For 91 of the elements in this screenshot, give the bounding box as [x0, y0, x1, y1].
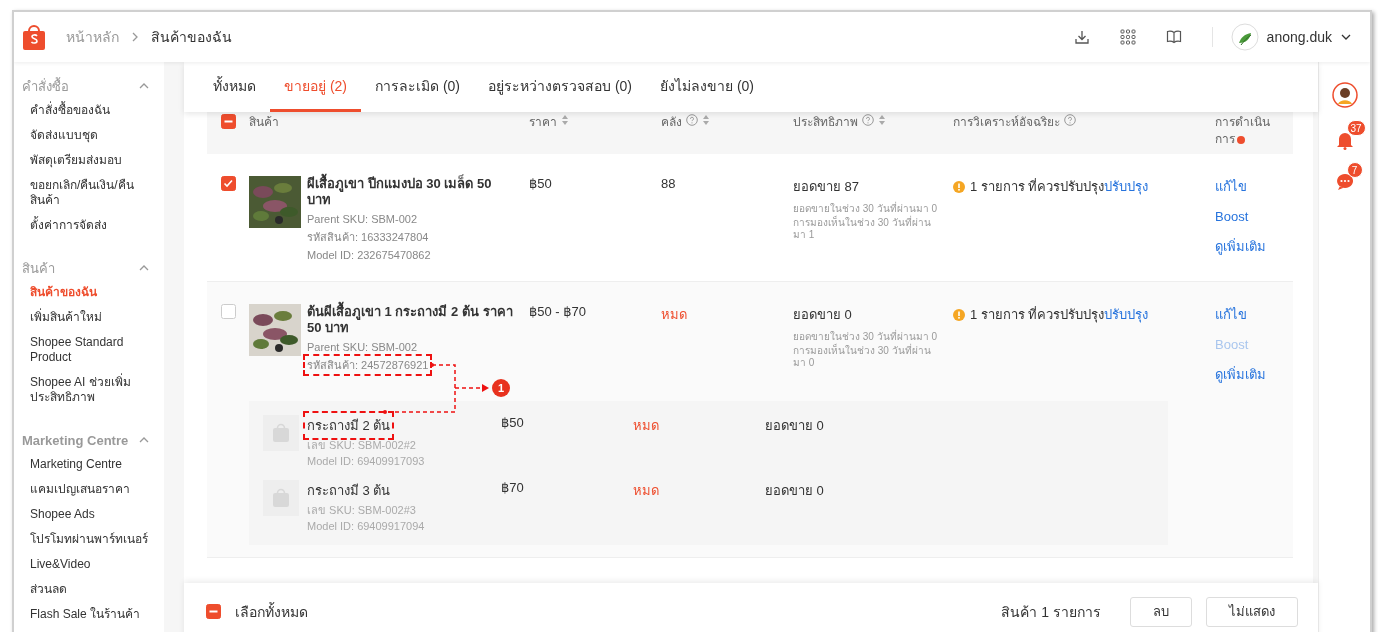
footer-button[interactable]: ไม่แสดง	[1206, 596, 1298, 627]
column-header: ประสิทธิภาพ	[793, 114, 858, 131]
tab[interactable]: ยังไม่ลงขาย (0)	[646, 75, 768, 112]
stock-text: หมด	[633, 417, 660, 435]
variation-model-id: Model ID: 69409917093	[307, 454, 425, 468]
sort-icon[interactable]	[878, 114, 886, 126]
sidebar-item[interactable]: คำสั่งซื้อของฉัน	[22, 98, 164, 123]
checkbox[interactable]	[221, 304, 236, 319]
help-icon[interactable]	[862, 114, 874, 126]
sales-30d-text: ยอดขายในช่วง 30 วันที่ผ่านมา 0	[793, 331, 939, 343]
action-link[interactable]: ดูเพิ่มเติม	[1215, 236, 1295, 257]
product-meta: Model ID: 232675470862	[307, 248, 431, 262]
action-link[interactable]: แก้ไข	[1215, 304, 1295, 325]
message-count: 7	[1346, 162, 1363, 178]
issue-text: 1 รายการ ที่ควรปรับปรุงปรับปรุง	[970, 305, 1149, 325]
product-meta: Parent SKU: SBM-002	[307, 340, 418, 354]
sidebar-item[interactable]: สินค้าของฉัน	[22, 280, 164, 305]
variation-sku: เลข SKU: SBM-002#3	[307, 503, 416, 517]
product-meta: Parent SKU: SBM-002	[307, 212, 418, 226]
views-30d-text: การมองเห็นในช่วง 30 วันที่ผ่านมา 0	[793, 345, 932, 369]
notification-count: 37	[1346, 120, 1366, 136]
help-icon[interactable]	[686, 114, 698, 126]
sidebar-item[interactable]: เพิ่มสินค้าใหม่	[22, 305, 164, 330]
section-title: สินค้า	[22, 259, 55, 278]
sales-text: ยอดขาย 87	[793, 178, 861, 196]
variation-model-id: Model ID: 69409917094	[307, 519, 425, 533]
chat-icon[interactable]	[1334, 172, 1355, 192]
sales-30d-text: ยอดขายในช่วง 30 วันที่ผ่านมา 0	[793, 203, 939, 215]
action-link[interactable]: Boost	[1215, 209, 1295, 224]
section-title: คำสั่งซื้อ	[22, 76, 69, 96]
column-header: คลัง	[661, 114, 682, 131]
sidebar-item[interactable]: Shopee Ads	[22, 502, 164, 527]
sidebar-item[interactable]: พัสดุเตรียมส่งมอบ	[22, 148, 164, 173]
price-text: ฿50	[529, 176, 553, 193]
shop-logo	[22, 23, 46, 51]
variation-sku: เลข SKU: SBM-002#2	[307, 438, 416, 452]
checkbox[interactable]	[221, 114, 236, 129]
column-header: การวิเคราะห์อัจฉริยะ	[953, 114, 1060, 131]
sidebar-item[interactable]: Flash Sale ในร้านค้า	[22, 602, 164, 627]
action-link[interactable]: ดูเพิ่มเติม	[1215, 364, 1295, 385]
column-header: สินค้า	[249, 114, 279, 131]
sidebar-item[interactable]: ตั้งค่าการจัดส่ง	[22, 213, 164, 238]
avatar-icon[interactable]	[1230, 23, 1259, 51]
sidebar-item[interactable]: ส่วนลด	[22, 577, 164, 602]
footer-button[interactable]: ลบ	[1130, 596, 1192, 627]
sales-text: ยอดขาย 0	[793, 306, 853, 324]
checkbox[interactable]	[221, 176, 236, 191]
improve-link[interactable]: ปรับปรุง	[1104, 179, 1149, 194]
issue-text: 1 รายการ ที่ควรปรับปรุงปรับปรุง	[970, 177, 1149, 197]
sidebar-item[interactable]: Live&Video	[22, 552, 164, 577]
price-text: ฿50	[501, 415, 525, 432]
sidebar-item[interactable]: Shopee Standard Product	[22, 330, 164, 370]
apps-grid-icon[interactable]	[1119, 29, 1136, 45]
price-text: ฿50 - ฿70	[529, 304, 587, 321]
book-icon[interactable]	[1165, 29, 1182, 45]
price-text: ฿70	[501, 480, 525, 497]
sales-text: ยอดขาย 0	[765, 417, 825, 435]
selected-count: สินค้า 1 รายการ	[1001, 602, 1101, 622]
sidebar-item[interactable]: แคมเปญเสนอราคา	[22, 477, 164, 502]
select-all-label[interactable]: เลือกทั้งหมด	[235, 600, 308, 623]
checkbox[interactable]	[206, 604, 221, 619]
views-30d-text: การมองเห็นในช่วง 30 วันที่ผ่านมา 1	[793, 217, 932, 241]
help-icon[interactable]	[1064, 114, 1076, 126]
user-name[interactable]: anong.duk	[1266, 29, 1332, 45]
download-icon[interactable]	[1073, 29, 1090, 45]
sidebar-item[interactable]: โปรโมทผ่านพาร์ทเนอร์	[22, 527, 164, 552]
action-link[interactable]: แก้ไข	[1215, 176, 1295, 197]
warning-icon	[953, 180, 965, 193]
stock-text: หมด	[633, 482, 660, 500]
sort-icon[interactable]	[561, 114, 569, 126]
section-title: Marketing Centre	[22, 432, 129, 448]
sales-text: ยอดขาย 0	[765, 482, 825, 500]
product-meta: รหัสสินค้า: 16333247804	[307, 230, 429, 244]
sidebar-item[interactable]: Shopee AI ช่วยเพิ่มประสิทธิภาพ	[22, 370, 164, 410]
tab[interactable]: อยู่ระหว่างตรวจสอบ (0)	[474, 75, 646, 112]
column-header: การดำเนินการ	[1215, 114, 1271, 148]
sidebar-item[interactable]: Marketing Centre	[22, 452, 164, 477]
sidebar-item[interactable]: จัดส่งแบบชุด	[22, 123, 164, 148]
tab[interactable]: การละเมิด (0)	[361, 75, 474, 112]
breadcrumb-item: สินค้าของฉัน	[151, 28, 232, 47]
stock-text: หมด	[661, 306, 688, 324]
step-number: 1	[492, 379, 510, 397]
improve-link[interactable]: ปรับปรุง	[1104, 307, 1149, 322]
assistant-avatar-icon[interactable]	[1331, 82, 1358, 108]
sort-icon[interactable]	[702, 114, 710, 126]
warning-icon	[953, 308, 965, 321]
tab[interactable]: ทั้งหมด	[199, 75, 270, 112]
column-header: ราคา	[529, 114, 557, 131]
stock-text: 88	[661, 176, 677, 193]
variation-name: กระถางมี 3 ต้น	[307, 482, 391, 500]
sidebar-item[interactable]: ขอยกเลิก/คืนเงิน/คืนสินค้า	[22, 173, 164, 213]
